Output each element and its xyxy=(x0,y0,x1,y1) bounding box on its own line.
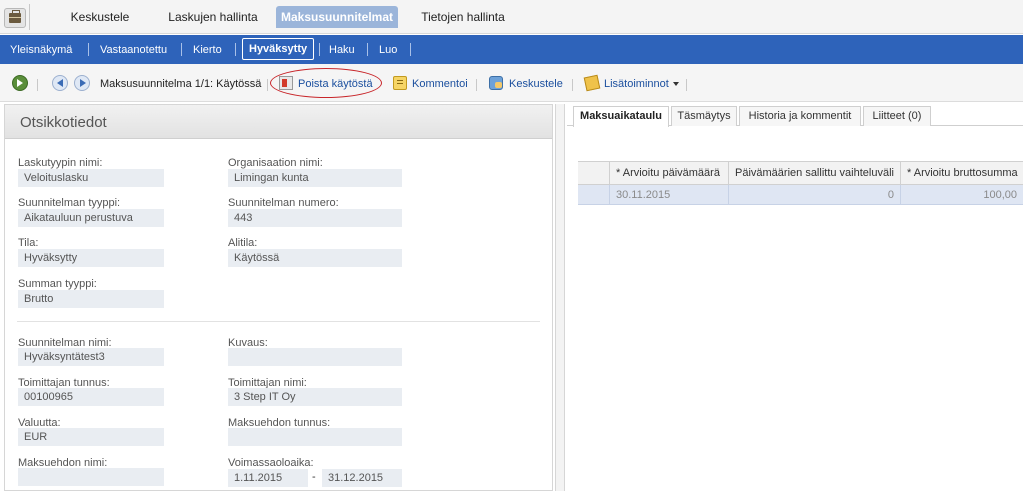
column-header-gross-amount[interactable]: * Arvioitu bruttosumma xyxy=(900,162,1023,184)
panel-title: Otsikkotiedot xyxy=(20,114,107,131)
toolbar-separator xyxy=(476,79,477,91)
tab-attachments[interactable]: Liitteet (0) xyxy=(863,106,931,126)
plan-number-field: 443 xyxy=(228,209,402,227)
payment-term-name-field xyxy=(18,468,164,486)
chevron-down-icon xyxy=(672,82,679,87)
validity-end-field: 31.12.2015 xyxy=(322,469,402,487)
subnav-separator xyxy=(410,43,411,56)
cell-gross-amount: 100,00 xyxy=(900,185,1023,205)
tab-keskustele[interactable]: Keskustele xyxy=(52,6,148,28)
plan-name-field: Hyväksyntätest3 xyxy=(18,348,164,366)
briefcase-icon xyxy=(9,10,21,23)
actions-icon[interactable] xyxy=(583,74,601,92)
cell-tolerance: 0 xyxy=(728,185,900,205)
plan-type-label: Suunnitelman tyyppi: xyxy=(18,197,121,209)
divider xyxy=(29,4,30,30)
highlight-annotation xyxy=(270,68,382,98)
go-icon[interactable] xyxy=(12,75,28,91)
tab-payment-schedule[interactable]: Maksuaikataulu xyxy=(573,106,669,127)
subnav-yleisnakyma[interactable]: Yleisnäkymä xyxy=(10,42,72,58)
column-header-tolerance[interactable]: Päivämäärien sallittu vaihteluväli xyxy=(728,162,900,184)
tab-reconciliation[interactable]: Täsmäytys xyxy=(671,106,737,126)
invoice-type-name-label: Laskutyypin nimi: xyxy=(18,157,103,169)
subnav-separator xyxy=(319,43,320,56)
plan-number-label: Suunnitelman numero: xyxy=(228,197,339,209)
subnav-separator xyxy=(181,43,182,56)
subnav-separator xyxy=(235,43,236,56)
toolbar-separator xyxy=(686,79,687,91)
home-button[interactable] xyxy=(4,8,26,28)
sum-type-label: Summan tyyppi: xyxy=(18,278,97,290)
toolbar: Maksusuunnitelma 1/1: Käytössä Poista kä… xyxy=(0,64,1023,102)
subnav-separator xyxy=(367,43,368,56)
panel-splitter[interactable] xyxy=(555,104,565,491)
sum-type-field: Brutto xyxy=(18,290,164,308)
record-status: Maksusuunnitelma 1/1: Käytössä xyxy=(100,78,262,90)
toolbar-separator xyxy=(267,79,268,91)
discuss-icon[interactable] xyxy=(489,76,503,90)
validity-label: Voimassaoloaika: xyxy=(228,457,314,469)
panel-header: Otsikkotiedot xyxy=(5,105,552,139)
tab-history-comments[interactable]: Historia ja kommentit xyxy=(739,106,861,126)
previous-icon[interactable] xyxy=(52,75,68,91)
supplier-name-field: 3 Step IT Oy xyxy=(228,388,402,406)
state-label: Tila: xyxy=(18,237,39,249)
tab-tietojen-hallinta[interactable]: Tietojen hallinta xyxy=(408,6,518,28)
section-divider xyxy=(17,321,540,322)
header-details-panel: Otsikkotiedot Laskutyypin nimi: Veloitus… xyxy=(4,104,553,491)
subnav-hyvaksytty[interactable]: Hyväksytty xyxy=(242,38,315,60)
comment-button[interactable]: Kommentoi xyxy=(412,76,468,92)
column-header-date[interactable]: * Arvioitu päivämäärä xyxy=(609,162,728,184)
state-field: Hyväksytty xyxy=(18,249,164,267)
more-actions-button[interactable]: Lisätoiminnot xyxy=(604,76,679,92)
top-tab-bar: Keskustele Laskujen hallinta Maksusuunni… xyxy=(0,0,1023,34)
subnav-kierto[interactable]: Kierto xyxy=(193,42,222,58)
toolbar-separator xyxy=(37,79,38,91)
subnav-luo[interactable]: Luo xyxy=(379,42,397,58)
subnav-separator xyxy=(88,43,89,56)
detail-tabs: Maksuaikataulu Täsmäytys Historia ja kom… xyxy=(567,104,1023,127)
subnav-vastaanotettu[interactable]: Vastaanotettu xyxy=(100,42,167,58)
toolbar-separator xyxy=(572,79,573,91)
next-icon[interactable] xyxy=(74,75,90,91)
currency-field: EUR xyxy=(18,428,164,446)
subnav-haku[interactable]: Haku xyxy=(329,42,355,58)
invoice-type-name-field: Veloituslasku xyxy=(18,169,164,187)
more-actions-label: Lisätoiminnot xyxy=(604,78,669,90)
sub-navigation: Yleisnäkymä Vastaanotettu Kierto Hyväksy… xyxy=(0,35,1023,64)
organisation-name-field: Limingan kunta xyxy=(228,169,402,187)
supplier-id-field: 00100965 xyxy=(18,388,164,406)
substate-field: Käytössä xyxy=(228,249,402,267)
detail-tabs-panel: Maksuaikataulu Täsmäytys Historia ja kom… xyxy=(567,104,1023,491)
comment-icon[interactable] xyxy=(393,76,407,90)
tab-laskujen-hallinta[interactable]: Laskujen hallinta xyxy=(158,6,268,28)
validity-start-field: 1.11.2015 xyxy=(228,469,308,487)
tab-maksusuunnitelmat[interactable]: Maksusuunnitelmat xyxy=(276,6,398,28)
cell-date: 30.11.2015 xyxy=(609,185,728,205)
organisation-name-label: Organisaation nimi: xyxy=(228,157,323,169)
discuss-button[interactable]: Keskustele xyxy=(509,76,563,92)
substate-label: Alitila: xyxy=(228,237,258,249)
payment-term-id-field xyxy=(228,428,402,446)
plan-type-field: Aikatauluun perustuva xyxy=(18,209,164,227)
description-field xyxy=(228,348,402,366)
table-row[interactable]: 30.11.2015 0 100,00 xyxy=(578,185,1023,205)
validity-separator: - xyxy=(312,471,316,483)
grid-header: * Arvioitu päivämäärä Päivämäärien salli… xyxy=(578,161,1023,185)
